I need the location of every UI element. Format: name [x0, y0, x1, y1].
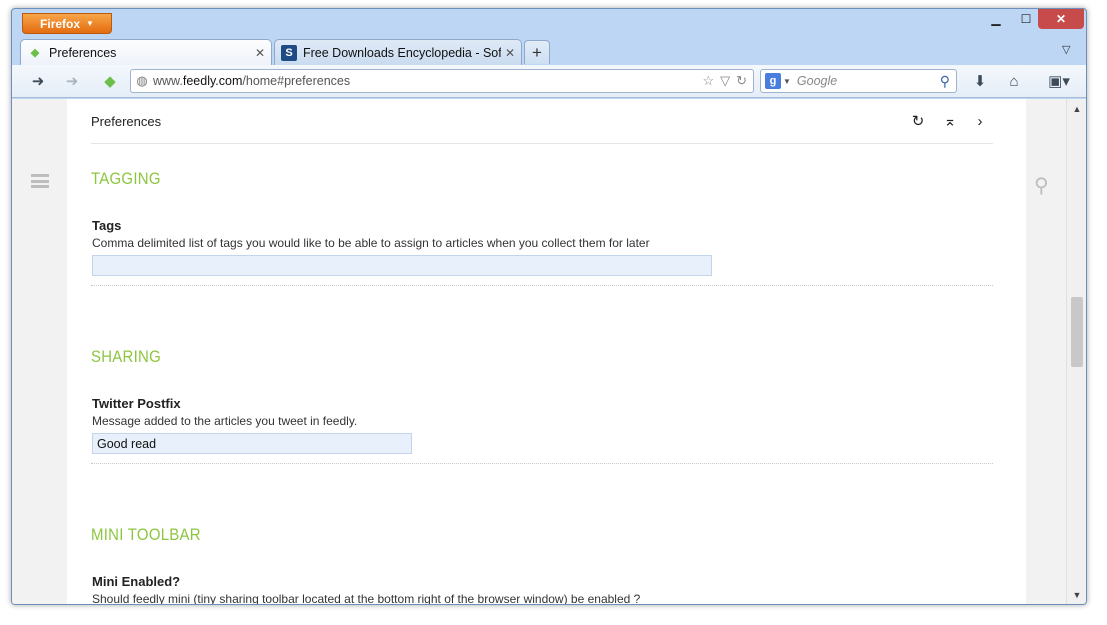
site-identity-button[interactable]: ◆	[98, 70, 122, 92]
section-heading-tagging: TAGGING	[91, 169, 161, 188]
browser-window: Firefox ▼ ▁ ☐ ✕ ◆ Preferences ✕ S Free D…	[11, 8, 1087, 605]
firefox-menu-button[interactable]: Firefox ▼	[22, 13, 112, 34]
close-tab-icon[interactable]: ✕	[255, 46, 265, 60]
reload-icon[interactable]: ↻	[736, 73, 747, 89]
refresh-icon[interactable]: ↻	[909, 111, 927, 131]
scroll-up-icon[interactable]: ▲	[1067, 101, 1086, 117]
search-input[interactable]: Google	[797, 74, 940, 88]
maximize-icon: ☐	[1020, 12, 1032, 26]
url-prefix: www.	[153, 74, 183, 88]
home-button[interactable]: ⌂	[1002, 70, 1026, 92]
search-icon[interactable]: ⚲	[940, 73, 956, 90]
twitter-postfix-description: Message added to the articles you tweet …	[92, 414, 358, 428]
tab-strip: ◆ Preferences ✕ S Free Downloads Encyclo…	[12, 37, 1086, 65]
scroll-to-top-icon[interactable]: ⌅	[941, 111, 959, 131]
twitter-postfix-input[interactable]: Good read	[92, 433, 412, 454]
left-gutter	[12, 99, 67, 604]
download-arrow-icon: ⬇	[973, 73, 987, 90]
back-button[interactable]: ➜	[26, 70, 50, 92]
close-window-button[interactable]: ✕	[1038, 9, 1084, 29]
tags-description: Comma delimited list of tags you would l…	[92, 236, 650, 250]
tags-label: Tags	[92, 218, 122, 233]
history-dropdown-icon[interactable]: ▽	[720, 73, 730, 89]
tab-label: Preferences	[49, 45, 117, 60]
caret-down-icon: ▼	[86, 19, 94, 28]
chevron-right-icon[interactable]: ›	[971, 111, 989, 131]
page-viewport: Preferences ↻ ⌅ › TAGGING Tags Comma del…	[12, 99, 1066, 605]
navigation-toolbar: ➜ ➜ ◆ ◍ www.feedly.com/home#preferences …	[12, 65, 1086, 98]
bookmarks-menu-button[interactable]: ▣▾	[1042, 70, 1076, 92]
divider	[91, 463, 993, 464]
url-domain: feedly.com	[182, 74, 243, 88]
close-icon: ✕	[1055, 12, 1067, 26]
mini-enabled-description: Should feedly mini (tiny sharing toolbar…	[92, 592, 641, 605]
search-bar[interactable]: g ▼ Google ⚲	[760, 69, 957, 93]
chevron-down-icon: ▽	[1062, 44, 1071, 56]
panel-header: Preferences ↻ ⌅ ›	[91, 99, 993, 144]
list-all-tabs-button[interactable]: ▽	[1062, 43, 1070, 56]
feedly-icon: ◆	[104, 73, 116, 90]
minimize-button[interactable]: ▁	[982, 9, 1010, 29]
close-tab-icon[interactable]: ✕	[505, 46, 515, 60]
page-title: Preferences	[91, 114, 162, 129]
forward-arrow-icon: ➜	[65, 73, 79, 90]
scroll-down-icon[interactable]: ▼	[1067, 587, 1086, 603]
url-text: www.feedly.com/home#preferences	[153, 74, 702, 88]
preferences-panel: Preferences ↻ ⌅ › TAGGING Tags Comma del…	[67, 99, 1026, 605]
home-icon: ⌂	[1009, 72, 1019, 90]
minimize-icon: ▁	[991, 12, 1001, 26]
tab-label: Free Downloads Encyclopedia - Softp...	[303, 45, 501, 60]
divider	[91, 285, 993, 286]
feedly-icon: ◆	[30, 47, 40, 59]
search-engine-caret-icon[interactable]: ▼	[783, 77, 791, 86]
vertical-scrollbar[interactable]: ▲ ▼	[1066, 99, 1086, 604]
section-heading-mini-toolbar: MINI TOOLBAR	[91, 525, 201, 544]
maximize-button[interactable]: ☐	[1012, 9, 1040, 29]
url-bar[interactable]: ◍ www.feedly.com/home#preferences ☆ ▽ ↻	[130, 69, 754, 93]
url-path: /home#preferences	[242, 74, 351, 88]
firefox-menu-label: Firefox	[40, 16, 81, 31]
twitter-postfix-label: Twitter Postfix	[92, 396, 181, 411]
title-bar: Firefox ▼ ▁ ☐ ✕	[12, 9, 1086, 37]
forward-button[interactable]: ➜	[60, 70, 84, 92]
scrollbar-thumb[interactable]	[1071, 297, 1083, 367]
softpedia-icon: S	[281, 44, 297, 61]
new-tab-button[interactable]: +	[524, 40, 550, 64]
back-arrow-icon: ➜	[31, 73, 45, 90]
globe-icon: ◍	[136, 73, 148, 88]
search-icon[interactable]: ⚲	[1034, 173, 1049, 198]
tab-softpedia[interactable]: S Free Downloads Encyclopedia - Softp...…	[274, 39, 522, 65]
tags-input[interactable]	[92, 255, 712, 276]
menu-icon[interactable]	[31, 174, 49, 188]
plus-icon: +	[532, 42, 542, 62]
bookmark-star-icon[interactable]: ☆	[702, 73, 714, 89]
tab-preferences[interactable]: ◆ Preferences ✕	[20, 39, 272, 65]
section-heading-sharing: SHARING	[91, 347, 162, 366]
mini-enabled-label: Mini Enabled?	[92, 574, 181, 589]
bookmarks-icon: ▣▾	[1048, 73, 1070, 90]
downloads-button[interactable]: ⬇	[968, 70, 992, 92]
google-icon[interactable]: g	[765, 73, 781, 89]
